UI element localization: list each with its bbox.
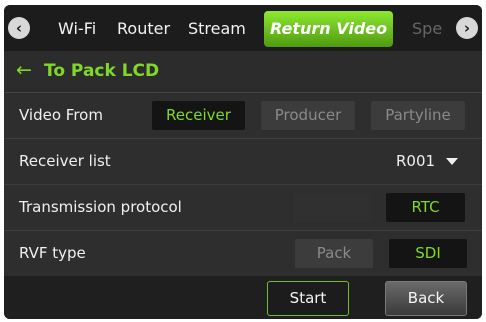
option-producer[interactable]: Producer: [261, 101, 355, 130]
return-video-screen: ‹ Wi-Fi Router Stream Return Video Spe ›…: [4, 5, 482, 319]
back-button[interactable]: Back: [385, 281, 467, 316]
page-header: ← To Pack LCD: [4, 51, 482, 93]
option-partyline[interactable]: Partyline: [371, 101, 465, 130]
chevron-left-icon[interactable]: ‹: [8, 17, 30, 39]
tab-return-video[interactable]: Return Video: [264, 11, 394, 47]
receiver-list-value[interactable]: R001: [396, 152, 435, 170]
option-pack[interactable]: Pack: [295, 239, 373, 268]
start-button[interactable]: Start: [267, 281, 349, 316]
option-sdi[interactable]: SDI: [389, 239, 467, 268]
option-blank[interactable]: [294, 193, 372, 222]
row-transmission-protocol: Transmission protocol RTC: [4, 185, 482, 231]
tab-router[interactable]: Router: [117, 15, 170, 43]
tab-bar: ‹ Wi-Fi Router Stream Return Video Spe ›: [4, 5, 482, 51]
caret-down-icon[interactable]: [446, 158, 458, 165]
receiver-list-label: Receiver list: [19, 152, 111, 170]
rvf-type-label: RVF type: [19, 244, 86, 262]
row-rvf-type: RVF type Pack SDI: [4, 231, 482, 277]
arrow-left-icon[interactable]: ←: [16, 59, 32, 81]
chevron-right-icon[interactable]: ›: [456, 17, 478, 39]
tab-speed[interactable]: Spe: [412, 15, 448, 43]
option-receiver[interactable]: Receiver: [152, 101, 245, 130]
tab-wifi[interactable]: Wi-Fi: [58, 15, 96, 43]
transmission-protocol-label: Transmission protocol: [19, 198, 182, 216]
page-title: To Pack LCD: [44, 61, 160, 81]
bottom-bar: Start Back: [4, 276, 482, 319]
option-rtc[interactable]: RTC: [386, 193, 465, 222]
tab-stream[interactable]: Stream: [188, 15, 246, 43]
row-video-from: Video From Receiver Producer Partyline: [4, 93, 482, 139]
row-receiver-list[interactable]: Receiver list R001: [4, 139, 482, 185]
video-from-label: Video From: [19, 106, 103, 124]
